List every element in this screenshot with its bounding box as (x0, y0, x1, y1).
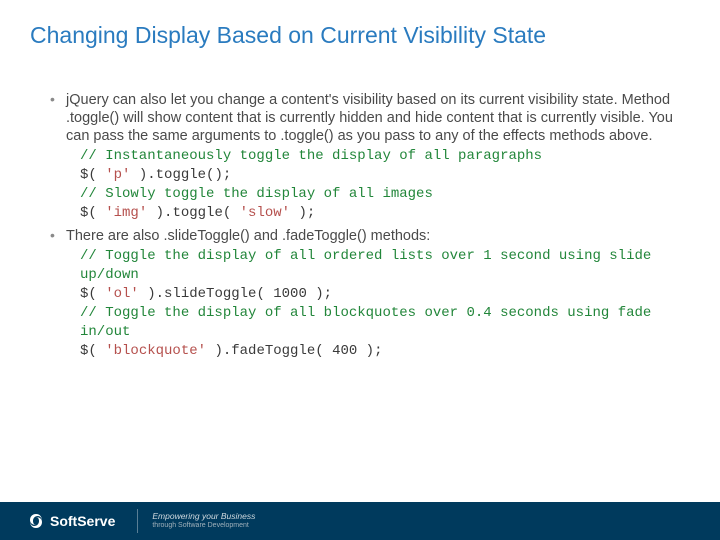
list-item: There are also .slideToggle() and .fadeT… (52, 227, 680, 360)
footer-bar: SoftServe Empowering your Business throu… (0, 502, 720, 540)
slide-body: jQuery can also let you change a content… (0, 49, 720, 360)
footer-tagline: Empowering your Business through Softwar… (152, 512, 255, 530)
swirl-icon (28, 513, 44, 529)
slide-title: Changing Display Based on Current Visibi… (0, 0, 720, 49)
bullet-list: jQuery can also let you change a content… (52, 91, 680, 360)
tagline-sub: through Software Development (152, 522, 255, 530)
code-line: $( 'img' ).toggle( 'slow' ); (80, 204, 680, 223)
brand-logo: SoftServe (0, 502, 131, 540)
footer-separator (137, 509, 138, 533)
code-line: // Toggle the display of all ordered lis… (80, 247, 680, 285)
code-block: // Toggle the display of all ordered lis… (66, 247, 680, 360)
brand-name: SoftServe (50, 513, 115, 529)
tagline-main: Empowering your Business (152, 511, 255, 521)
bullet-text: jQuery can also let you change a content… (66, 92, 673, 144)
code-line: // Slowly toggle the display of all imag… (80, 185, 680, 204)
list-item: jQuery can also let you change a content… (52, 91, 680, 223)
code-line: // Toggle the display of all blockquotes… (80, 304, 680, 342)
bullet-text: There are also .slideToggle() and .fadeT… (66, 228, 430, 244)
code-line: $( 'blockquote' ).fadeToggle( 400 ); (80, 342, 680, 361)
code-block: // Instantaneously toggle the display of… (66, 147, 680, 223)
code-line: $( 'ol' ).slideToggle( 1000 ); (80, 285, 680, 304)
code-line: // Instantaneously toggle the display of… (80, 147, 680, 166)
code-line: $( 'p' ).toggle(); (80, 166, 680, 185)
